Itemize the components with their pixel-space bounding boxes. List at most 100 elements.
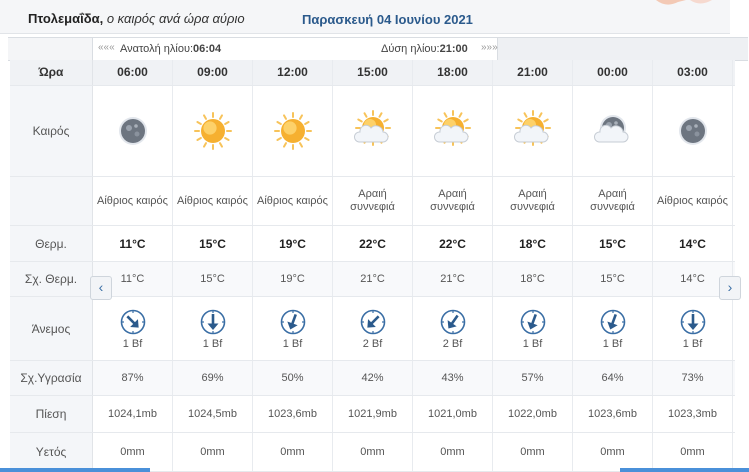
wind-direction-icon xyxy=(280,309,305,334)
description-line: συννεφιά xyxy=(510,201,555,213)
weather-icon-cell xyxy=(93,86,173,176)
weather-description: Αίθριος καιρός xyxy=(253,177,333,225)
temperature-cell: 11°C xyxy=(93,226,173,261)
description-line: Αραιή xyxy=(358,188,387,200)
weather-icon-cell xyxy=(173,86,253,176)
humidity-cell: 42% xyxy=(333,361,413,395)
wind-direction-icon xyxy=(440,309,465,334)
location-title: Πτολεμαΐδα, ο καιρός ανά ώρα αύριο xyxy=(28,11,245,26)
hourly-forecast-table: Ώρα 06:00 09:00 12:00 15:00 18:00 21:00 00:00 0… xyxy=(10,60,735,472)
weather-description: Αίθριος καιρός xyxy=(93,177,173,225)
moon-cloud-icon xyxy=(593,115,628,143)
hour-cell: 03:00 xyxy=(653,60,733,85)
weather-description: Αραιή συννεφιά xyxy=(413,177,493,225)
rain-cell: 0mm xyxy=(653,433,733,471)
pressure-cell: 1021,9mb xyxy=(333,396,413,432)
prev-day-arrows[interactable]: ««« xyxy=(98,42,115,53)
wind-force: 1 Bf xyxy=(682,337,703,350)
rain-label: Υετός xyxy=(10,433,93,471)
decorative-art xyxy=(656,0,712,5)
wind-force: 2 Bf xyxy=(362,337,383,350)
hour-cell: 15:00 xyxy=(333,60,413,85)
weather-icon-cell xyxy=(653,86,733,176)
feels-like-row: Σχ. Θερμ. 11°C 15°C 19°C 21°C 21°C 18°C 15°C 14… xyxy=(10,262,735,297)
temperature-cell: 14°C xyxy=(653,226,733,261)
wind-cell: 1 Bf xyxy=(253,297,333,360)
sun-icon xyxy=(193,112,232,150)
hour-cell: 12:00 xyxy=(253,60,333,85)
wind-cell: 1 Bf xyxy=(173,297,253,360)
page-header: Πτολεμαΐδα, ο καιρός ανά ώρα αύριο Παρασ… xyxy=(0,0,730,34)
humidity-cell: 73% xyxy=(653,361,733,395)
humidity-cell: 87% xyxy=(93,361,173,395)
pressure-cell: 1022,0mb xyxy=(493,396,573,432)
scroll-right-button[interactable]: › xyxy=(719,276,741,300)
sunset-time: 21:00 xyxy=(439,43,468,55)
weather-label: Καιρός xyxy=(10,86,93,176)
description-line: Αραιή xyxy=(598,188,627,200)
wind-force: 1 Bf xyxy=(602,337,623,350)
wind-direction-icon xyxy=(200,309,225,334)
description-line: Αίθριος καιρός xyxy=(257,194,328,207)
pressure-cell: 1024,1mb xyxy=(93,396,173,432)
wind-direction-icon xyxy=(520,309,545,334)
sun-times: ««« Ανατολή ηλίου:06:04 Δύση ηλίου:21:00… xyxy=(93,38,498,60)
weather-icon-cell xyxy=(413,86,493,176)
weather-description: Αίθριος καιρός xyxy=(653,177,733,225)
wind-direction-icon xyxy=(600,309,625,334)
scroll-left-button[interactable]: ‹ xyxy=(90,276,112,300)
wind-force: 1 Bf xyxy=(282,337,303,350)
wind-cell: 2 Bf xyxy=(413,297,493,360)
weather-icon-cell xyxy=(333,86,413,176)
rain-cell: 0mm xyxy=(93,433,173,471)
weather-icon-cell xyxy=(573,86,653,176)
sun-cloud-icon xyxy=(353,110,391,146)
humidity-cell: 64% xyxy=(573,361,653,395)
humidity-cell: 50% xyxy=(253,361,333,395)
sun-cloud-icon xyxy=(513,110,551,146)
temperature-row: Θερμ. 11°C 15°C 19°C 22°C 22°C 18°C 15°C 14°C xyxy=(10,226,735,262)
pressure-cell: 1021,0mb xyxy=(413,396,493,432)
description-line: Αραιή xyxy=(518,188,547,200)
location-name: Πτολεμαΐδα, xyxy=(28,11,104,26)
next-day-arrows[interactable]: »»» xyxy=(481,42,498,53)
wind-row: Άνεμος 1 Bf 1 Bf 1 Bf 2 Bf 2 Bf 1 Bf 1 Bf 1 Bf xyxy=(10,297,735,361)
pressure-label: Πίεση xyxy=(10,396,93,432)
wind-direction-icon xyxy=(360,309,385,334)
weather-description: Αραιή συννεφιά xyxy=(493,177,573,225)
pressure-row: Πίεση 1024,1mb 1024,5mb 1023,6mb 1021,9mb 10… xyxy=(10,396,735,433)
weather-icon-row: Καιρός xyxy=(10,86,735,177)
sun-icon xyxy=(273,112,312,150)
wind-direction-icon xyxy=(680,309,705,334)
wind-cell: 1 Bf xyxy=(93,297,173,360)
description-row: Αίθριος καιρός Αίθριος καιρός Αίθριος καιρ… xyxy=(10,177,735,226)
feels-like-cell: 19°C xyxy=(253,262,333,296)
pressure-cell: 1023,3mb xyxy=(653,396,733,432)
description-line: Αραιή xyxy=(438,188,467,200)
feels-like-cell: 15°C xyxy=(173,262,253,296)
sunrise-time: 06:04 xyxy=(193,43,222,55)
temperature-cell: 19°C xyxy=(253,226,333,261)
temperature-cell: 15°C xyxy=(573,226,653,261)
wind-cell: 1 Bf xyxy=(573,297,653,360)
wind-direction-icon xyxy=(120,309,145,334)
rain-cell: 0mm xyxy=(173,433,253,471)
wind-force: 1 Bf xyxy=(202,337,223,350)
moon-icon xyxy=(678,117,707,145)
sunrise: Ανατολή ηλίου:06:04 xyxy=(120,43,222,55)
temperature-cell: 15°C xyxy=(173,226,253,261)
wind-cell: 2 Bf xyxy=(333,297,413,360)
pressure-cell: 1023,6mb xyxy=(253,396,333,432)
description-line: συννεφιά xyxy=(430,201,475,213)
hour-cell: 06:00 xyxy=(93,60,173,85)
feels-like-cell: 15°C xyxy=(573,262,653,296)
feels-like-label: Σχ. Θερμ. xyxy=(10,262,93,296)
wind-cell: 1 Bf xyxy=(493,297,573,360)
feels-like-cell: 18°C xyxy=(493,262,573,296)
temperature-cell: 22°C xyxy=(413,226,493,261)
rain-cell: 0mm xyxy=(493,433,573,471)
hour-cell: 00:00 xyxy=(573,60,653,85)
humidity-label: Σχ.Υγρασία xyxy=(10,361,93,395)
forecast-date: Παρασκευή 04 Ιουνίου 2021 xyxy=(302,12,473,27)
moon-icon xyxy=(118,117,147,145)
